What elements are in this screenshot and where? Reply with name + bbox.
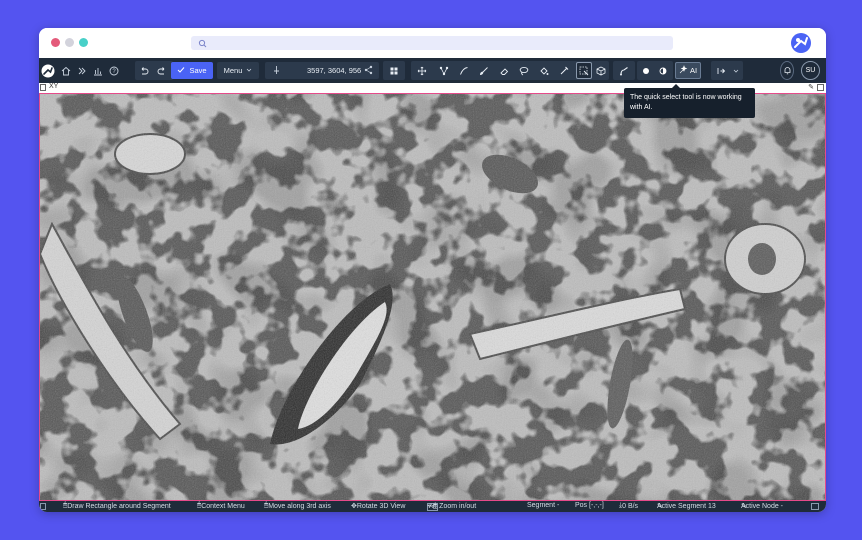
trace-icon[interactable] xyxy=(458,62,470,79)
skeleton-icon[interactable] xyxy=(438,62,450,79)
save-label: Save xyxy=(189,66,207,75)
ai-icon xyxy=(679,65,688,76)
collapse-icon[interactable] xyxy=(40,84,46,91)
address-bar[interactable] xyxy=(191,36,673,50)
search-icon xyxy=(197,37,209,49)
help-icon[interactable]: ? xyxy=(108,62,120,79)
undo-icon[interactable] xyxy=(138,62,150,79)
overwrite-icon[interactable] xyxy=(640,62,652,79)
chevron-down-icon xyxy=(246,66,252,75)
close-window-button[interactable] xyxy=(51,38,60,47)
webknossos-logo[interactable] xyxy=(41,62,55,79)
ai-button[interactable]: AI xyxy=(675,62,701,79)
active-segment-status[interactable]: Active Segment 13 ✎ xyxy=(657,502,716,510)
position-field[interactable]: 3597, 3604, 956 xyxy=(265,62,379,79)
webknossos-logo xyxy=(790,32,812,54)
main-toolbar: ? Save Menu 3597, 3604, 956 AI SU xyxy=(39,58,826,83)
chevron-down-icon[interactable] xyxy=(731,62,741,79)
segment-status: Segment - xyxy=(527,502,560,509)
right-click-hint: 🖱 Context Menu xyxy=(197,502,245,510)
fullscreen-icon[interactable]: ✎ xyxy=(808,83,814,91)
ai-label: AI xyxy=(689,66,698,75)
stats-icon[interactable] xyxy=(92,62,104,79)
eraser-icon[interactable] xyxy=(498,62,510,79)
user-avatar[interactable]: SU xyxy=(801,61,820,80)
layout-icon[interactable] xyxy=(388,62,400,79)
proofread-icon[interactable] xyxy=(618,62,630,79)
status-bar: 🖱 Draw Rectangle around Segment 🖱 Contex… xyxy=(39,501,826,512)
brush-icon[interactable] xyxy=(478,62,490,79)
collapse-statusbar-icon[interactable] xyxy=(40,503,46,510)
expand-statusbar-icon[interactable] xyxy=(811,503,819,510)
viewport-label: XY xyxy=(49,83,59,90)
dataset-icon[interactable] xyxy=(76,62,88,79)
quick-select-icon[interactable] xyxy=(576,62,592,79)
move-icon[interactable] xyxy=(416,62,428,79)
split-icon[interactable] xyxy=(715,62,727,79)
position-status: Pos [-,-,-] xyxy=(575,502,604,509)
em-image-viewport[interactable] xyxy=(39,93,826,501)
position-value[interactable]: 3597, 3604, 956 xyxy=(307,66,361,75)
bounding-box-icon[interactable] xyxy=(595,62,607,79)
menu-label: Menu xyxy=(223,66,243,75)
home-icon[interactable] xyxy=(60,62,72,79)
left-click-hint: 🖱 Draw Rectangle around Segment xyxy=(63,502,171,510)
active-node-status[interactable]: Active Node - ✎ xyxy=(741,502,783,510)
browser-window: ? Save Menu 3597, 3604, 956 AI SU XY ✎ 🖱… xyxy=(39,28,826,512)
scroll-hint: 🖱 Move along 3rd axis xyxy=(264,502,331,510)
merge-icon[interactable] xyxy=(657,62,669,79)
em-image xyxy=(40,94,825,500)
redo-icon[interactable] xyxy=(156,62,168,79)
fill-icon[interactable] xyxy=(538,62,550,79)
share-icon[interactable] xyxy=(364,65,373,77)
minimize-window-button[interactable] xyxy=(65,38,74,47)
lasso-icon[interactable] xyxy=(518,62,530,79)
save-button[interactable]: Save xyxy=(171,62,213,79)
check-icon xyxy=(177,66,185,76)
bandwidth-status: ⤓ 0 B/s xyxy=(619,502,639,510)
zoom-hint: Alt + 🖱 Zoom in/out ⋯ xyxy=(427,503,477,511)
rotate-hint: ✥ Rotate 3D View xyxy=(351,503,406,510)
pin-icon[interactable] xyxy=(272,65,281,77)
menu-button[interactable]: Menu xyxy=(217,62,259,79)
maximize-viewport-icon[interactable] xyxy=(817,84,824,91)
browser-chrome xyxy=(39,28,826,58)
ai-tooltip: The quick select tool is now working wit… xyxy=(624,84,755,118)
bell-icon[interactable] xyxy=(780,61,794,80)
picker-icon[interactable] xyxy=(558,62,570,79)
maximize-window-button[interactable] xyxy=(79,38,88,47)
